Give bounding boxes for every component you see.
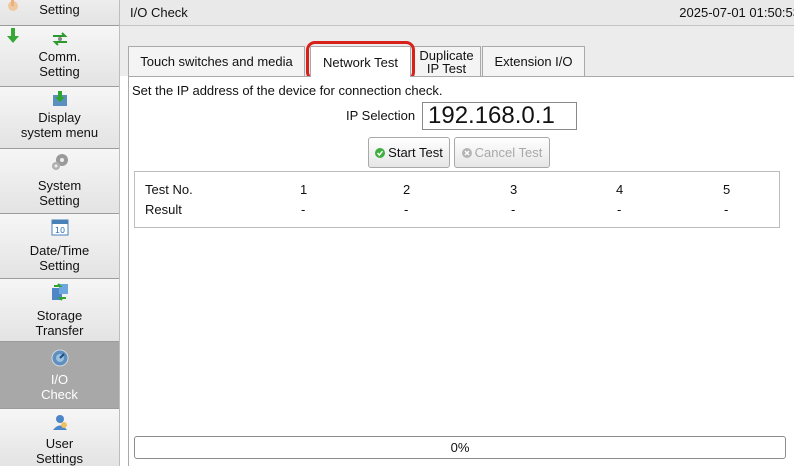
ip-selection-label: IP Selection bbox=[346, 108, 416, 123]
sidebar-item-label: Comm. Setting bbox=[38, 49, 81, 79]
sidebar-item-user-settings[interactable]: User Settings bbox=[0, 409, 119, 466]
sidebar-item-system-setting[interactable]: System Setting bbox=[0, 149, 119, 214]
result-cell: - bbox=[617, 202, 622, 217]
row-header-test-no: Test No. bbox=[145, 182, 193, 197]
tab-network-test[interactable]: Network Test bbox=[310, 46, 411, 77]
sidebar-item-label: Display system menu bbox=[20, 110, 99, 140]
sidebar-item-label: System Setting bbox=[37, 178, 82, 208]
comm-arrows-icon bbox=[49, 29, 71, 49]
test-number-cell: 3 bbox=[510, 182, 518, 197]
result-cell: - bbox=[724, 202, 729, 217]
sidebar-item-comm-setting[interactable]: Comm. Setting bbox=[0, 26, 119, 87]
calendar-icon: 10 bbox=[49, 217, 71, 237]
sidebar-item-storage-transfer[interactable]: Storage Transfer bbox=[0, 279, 119, 342]
progress-label: 0% bbox=[450, 440, 470, 455]
row-header-result: Result bbox=[145, 202, 182, 217]
sidebar-item-label: Date/Time Setting bbox=[29, 243, 90, 273]
start-test-label: Start Test bbox=[388, 145, 443, 160]
display-download-icon bbox=[49, 90, 71, 110]
test-number-cell: 1 bbox=[300, 182, 308, 197]
sidebar-item-label: User Settings bbox=[36, 436, 83, 466]
sidebar: Setting Comm. Setting Display system men… bbox=[0, 0, 120, 466]
sidebar-item-io-check[interactable]: I/O Check bbox=[0, 342, 119, 409]
io-check-icon bbox=[49, 348, 71, 368]
progress-bar: 0% bbox=[134, 436, 786, 459]
sidebar-item-label: Storage Transfer bbox=[35, 308, 84, 338]
instruction-text: Set the IP address of the device for con… bbox=[132, 83, 443, 98]
ip-address-input[interactable] bbox=[422, 102, 577, 130]
result-cell: - bbox=[511, 202, 516, 217]
sidebar-item-label: I/O Check bbox=[41, 372, 78, 402]
tab-extension-io[interactable]: Extension I/O bbox=[482, 46, 585, 76]
cancel-circle-icon bbox=[461, 147, 472, 158]
sidebar-item-label: Setting bbox=[39, 2, 80, 17]
storage-transfer-icon bbox=[49, 282, 71, 302]
title-bar: I/O Check 2025-07-01 01:50:53 bbox=[120, 0, 794, 26]
start-test-button[interactable]: Start Test bbox=[368, 137, 450, 168]
page-title: I/O Check bbox=[130, 5, 188, 20]
check-circle-icon bbox=[375, 147, 386, 158]
test-number-cell: 5 bbox=[723, 182, 731, 197]
test-number-cell: 4 bbox=[616, 182, 624, 197]
cancel-test-button[interactable]: Cancel Test bbox=[454, 137, 550, 168]
network-test-panel bbox=[128, 76, 794, 466]
result-cell: - bbox=[301, 202, 306, 217]
cancel-test-label: Cancel Test bbox=[474, 145, 543, 160]
results-table: Test No. Result 1 2 3 4 5 - - - - - bbox=[134, 171, 780, 228]
result-cell: - bbox=[404, 202, 409, 217]
gears-icon bbox=[49, 152, 71, 172]
tab-touch-switches-and-media[interactable]: Touch switches and media bbox=[128, 46, 305, 76]
sidebar-item-setting[interactable]: Setting bbox=[0, 0, 119, 26]
green-down-arrow-icon bbox=[6, 28, 20, 47]
svg-text:10: 10 bbox=[54, 226, 64, 235]
test-number-cell: 2 bbox=[403, 182, 411, 197]
tab-duplicate-ip-test[interactable]: Duplicate IP Test bbox=[412, 46, 481, 76]
datetime-display: 2025-07-01 01:50:53 bbox=[679, 5, 794, 20]
hand-pointer-icon bbox=[6, 0, 20, 12]
sidebar-item-display-system-menu[interactable]: Display system menu bbox=[0, 87, 119, 149]
user-icon bbox=[49, 412, 71, 432]
sidebar-item-date-time-setting[interactable]: 10 Date/Time Setting bbox=[0, 214, 119, 279]
